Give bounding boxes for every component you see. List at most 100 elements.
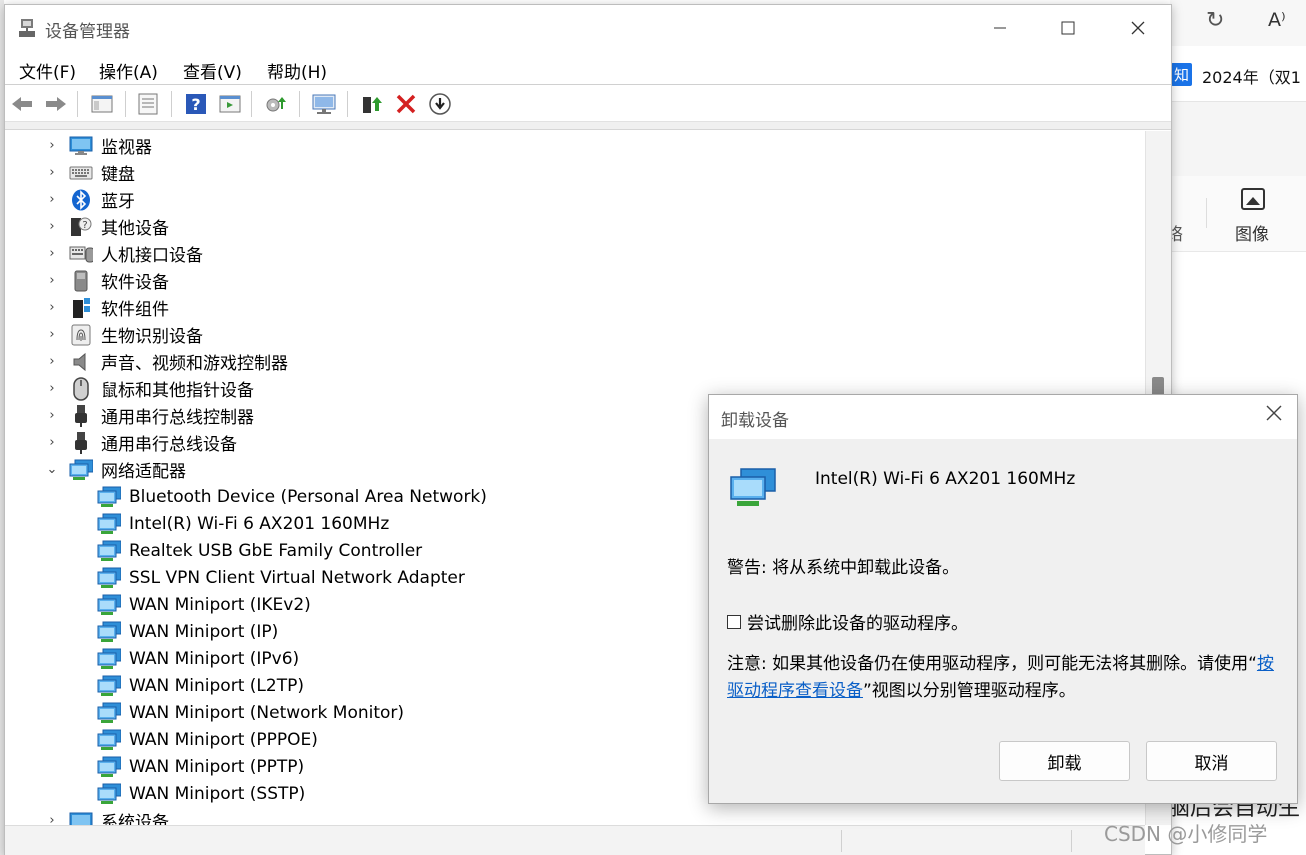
menu-help[interactable]: 帮助(H) (267, 58, 327, 83)
expand-arrow-icon[interactable]: › (45, 381, 59, 396)
tree-item-mice[interactable]: › 鼠标和其他指针设备 (45, 375, 254, 402)
expand-arrow-icon[interactable]: › (45, 138, 59, 153)
network-adapter-icon (97, 702, 121, 724)
expand-arrow-icon[interactable]: › (45, 192, 59, 207)
tree-item-label: 蓝牙 (101, 192, 135, 212)
read-aloud-icon[interactable]: A⁾ (1268, 9, 1286, 31)
disable-icon (429, 93, 451, 115)
tree-item-label: 声音、视频和游戏控制器 (101, 354, 288, 374)
browser-content-strip (1170, 102, 1306, 176)
close-button[interactable] (1115, 11, 1161, 45)
minimize-button[interactable] (977, 11, 1023, 45)
network-device-item[interactable]: WAN Miniport (IKEv2) (97, 591, 311, 618)
tree-item-label: 其他设备 (101, 219, 169, 239)
menu-view[interactable]: 查看(V) (183, 58, 242, 83)
uninstall-device-button[interactable] (393, 91, 419, 117)
tree-item-software-devices[interactable]: › 软件设备 (45, 267, 169, 294)
tree-item-keyboards[interactable]: › 键盘 (45, 159, 135, 186)
network-adapter-icon (97, 648, 121, 670)
disable-device-button[interactable] (427, 91, 453, 117)
view-button[interactable] (217, 91, 243, 117)
tree-item-software-components[interactable]: › 软件组件 (45, 294, 169, 321)
show-hide-tree-icon (91, 95, 113, 113)
dialog-title-bar[interactable]: 卸载设备 (709, 395, 1297, 439)
delete-driver-checkbox-row[interactable]: 尝试删除此设备的驱动程序。 (727, 609, 968, 634)
toolbar-separator (171, 91, 172, 117)
system-device-icon (69, 810, 93, 825)
expand-arrow-icon[interactable]: › (45, 165, 59, 180)
forward-button[interactable] (43, 91, 69, 117)
tree-item-hid[interactable]: › 人机接口设备 (45, 240, 203, 267)
tree-item-usb-devices[interactable]: › 通用串行总线设备 (45, 429, 237, 456)
close-icon (1131, 21, 1145, 35)
unknown-device-icon: ? (69, 216, 93, 238)
network-device-item[interactable]: WAN Miniport (L2TP) (97, 672, 304, 699)
tree-item-other-devices[interactable]: › ? 其他设备 (45, 213, 169, 240)
dialog-note: 注意: 如果其他设备仍在使用驱动程序，则可能无法将其删除。请使用“按驱动程序查看… (727, 651, 1277, 705)
delete-driver-checkbox[interactable] (727, 614, 741, 629)
toolbar: ? (5, 86, 1171, 122)
menu-action[interactable]: 操作(A) (99, 58, 158, 83)
expand-arrow-icon[interactable]: › (45, 435, 59, 450)
expand-arrow-icon[interactable]: › (45, 300, 59, 315)
tree-item-network-adapters[interactable]: ⌄ 网络适配器 (45, 456, 186, 483)
cancel-button[interactable]: 取消 (1146, 741, 1277, 781)
expand-arrow-icon[interactable]: › (45, 354, 59, 369)
network-device-item[interactable]: WAN Miniport (IP) (97, 618, 278, 645)
expand-arrow-icon[interactable]: › (45, 219, 59, 234)
software-device-icon (69, 270, 93, 292)
enable-device-button[interactable] (359, 91, 385, 117)
delete-driver-checkbox-label: 尝试删除此设备的驱动程序。 (747, 614, 968, 634)
expand-arrow-icon[interactable]: › (45, 327, 59, 342)
help-button[interactable]: ? (183, 91, 209, 117)
network-device-label: WAN Miniport (IKEv2) (129, 594, 311, 615)
close-icon (1266, 405, 1282, 421)
expand-arrow-icon[interactable]: › (45, 408, 59, 423)
network-adapter-icon (97, 783, 121, 805)
network-device-label: WAN Miniport (PPTP) (129, 756, 305, 777)
expand-arrow-icon[interactable]: › (45, 246, 59, 261)
network-device-item[interactable]: SSL VPN Client Virtual Network Adapter (97, 564, 465, 591)
network-device-item[interactable]: WAN Miniport (Network Monitor) (97, 699, 404, 726)
network-device-item[interactable]: WAN Miniport (PPTP) (97, 753, 304, 780)
tree-item-monitors[interactable]: › 监视器 (45, 132, 152, 159)
tree-item-system-devices[interactable]: › 系统设备 (45, 807, 169, 825)
tree-item-label: 人机接口设备 (101, 246, 203, 266)
properties-button[interactable] (135, 91, 161, 117)
network-device-item[interactable]: Intel(R) Wi-Fi 6 AX201 160MHz (97, 510, 389, 537)
network-device-item[interactable]: Bluetooth Device (Personal Area Network) (97, 483, 487, 510)
tree-item-sound-video[interactable]: › 声音、视频和游戏控制器 (45, 348, 288, 375)
browser-tab-title[interactable]: 2024年（双1 (1202, 64, 1301, 88)
network-device-item[interactable]: WAN Miniport (IPv6) (97, 645, 299, 672)
bluetooth-icon (69, 189, 93, 211)
properties-icon (138, 93, 158, 115)
image-icon[interactable] (1241, 188, 1265, 210)
menu-file[interactable]: 文件(F) (19, 58, 76, 83)
tree-item-usb-controllers[interactable]: › 通用串行总线控制器 (45, 402, 254, 429)
network-adapter-icon (69, 459, 93, 481)
maximize-button[interactable] (1045, 11, 1091, 45)
csdn-watermark: CSDN @小修同学 (1104, 822, 1268, 846)
back-button[interactable] (9, 91, 35, 117)
expand-arrow-icon[interactable]: › (45, 813, 59, 825)
tree-item-label: 生物识别设备 (101, 327, 203, 347)
title-bar[interactable]: 设备管理器 (5, 5, 1171, 51)
toolbar-separator (125, 91, 126, 117)
tree-item-bluetooth[interactable]: › 蓝牙 (45, 186, 135, 213)
network-device-label: WAN Miniport (PPPOE) (129, 729, 318, 750)
show-hide-tree-button[interactable] (89, 91, 115, 117)
keyboard-icon (69, 162, 93, 184)
update-driver-icon (266, 97, 286, 112)
uninstall-button[interactable]: 卸载 (999, 741, 1130, 781)
collapse-arrow-icon[interactable]: ⌄ (45, 462, 59, 477)
update-driver-button[interactable] (263, 91, 289, 117)
tree-item-biometric[interactable]: › 生物识别设备 (45, 321, 203, 348)
dialog-close-button[interactable] (1265, 403, 1283, 428)
edge-refresh-icon[interactable]: ↻ (1206, 8, 1224, 33)
image-tool-label[interactable]: 图像 (1235, 220, 1269, 245)
scan-hardware-button[interactable] (311, 91, 337, 117)
network-device-item[interactable]: Realtek USB GbE Family Controller (97, 537, 422, 564)
network-device-item[interactable]: WAN Miniport (PPPOE) (97, 726, 318, 753)
network-device-item[interactable]: WAN Miniport (SSTP) (97, 780, 305, 807)
expand-arrow-icon[interactable]: › (45, 273, 59, 288)
